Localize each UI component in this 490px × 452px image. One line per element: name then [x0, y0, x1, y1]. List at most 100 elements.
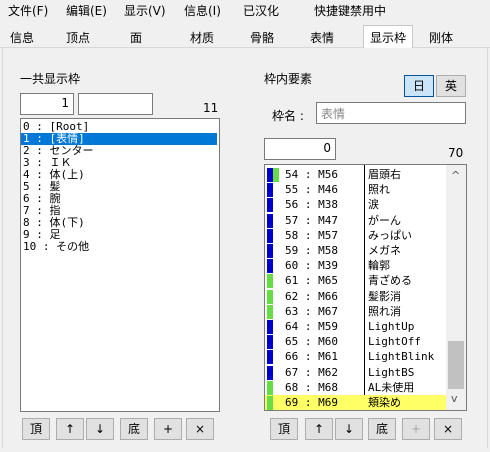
element-index-label: 64 : M59	[285, 320, 338, 333]
panel-color-swatch	[267, 228, 273, 243]
frame-list[interactable]: 0 : [Root] 1 : [表情] 2 : センター 3 : ＩＫ 4 : …	[20, 118, 220, 412]
tab-material[interactable]: 材质	[190, 27, 214, 48]
menu-file[interactable]: 文件(F)	[8, 2, 48, 19]
element-move-bottom-button[interactable]: 底	[368, 418, 396, 440]
element-index-label: 60 : M39	[285, 259, 338, 273]
element-row[interactable]: 60 : M39 輪郭	[265, 258, 446, 274]
panel-color-swatch	[267, 304, 273, 319]
menu-info[interactable]: 信息(I)	[184, 2, 221, 19]
element-row[interactable]: 55 : M46 照れ	[265, 182, 446, 198]
element-name-label: みっぱい	[368, 228, 412, 242]
left-title: 一共显示枠	[20, 72, 81, 86]
element-name-label: LightUp	[368, 320, 415, 333]
element-row[interactable]: 54 : M56 眉頭右	[265, 167, 446, 183]
element-index-label: 57 : M47	[285, 213, 338, 227]
element-name-label: 青ざめる	[368, 274, 412, 288]
move-top-button[interactable]: 頂	[22, 418, 50, 440]
element-index-label: 56 : M38	[285, 198, 338, 212]
tab-info[interactable]: 信息	[10, 27, 34, 48]
element-name-label: メガネ	[368, 244, 401, 257]
menu-shortcut-disabled[interactable]: 快捷键禁用中	[314, 2, 386, 19]
menu-bar: 文件(F) 编辑(E) 显示(V) 信息(I) 已汉化 快捷键禁用中	[0, 0, 490, 22]
element-row-highlighted[interactable]: 69 : M69 頬染め	[265, 395, 446, 410]
move-up-button[interactable]: ↑	[56, 418, 84, 440]
tab-face[interactable]: 面	[130, 27, 142, 48]
element-move-top-button[interactable]: 頂	[270, 418, 298, 440]
element-index-input[interactable]: 0	[264, 138, 336, 160]
element-name-label: AL未使用	[368, 380, 415, 394]
element-index-label: 62 : M66	[285, 289, 338, 303]
panel-color-swatch	[267, 274, 273, 289]
frame-search-input[interactable]	[78, 93, 153, 115]
panel-color-swatch	[267, 320, 273, 334]
frame-index-input[interactable]: 1	[20, 93, 74, 115]
scroll-up-icon[interactable]: ^	[451, 169, 460, 182]
element-name-label: 頬染め	[368, 396, 401, 409]
element-row[interactable]: 58 : M57 みっぱい	[265, 228, 446, 244]
element-name-label: LightBlink	[368, 350, 435, 364]
element-row[interactable]: 61 : M65 青ざめる	[265, 273, 446, 289]
element-row[interactable]: 56 : M38 涙	[265, 197, 446, 213]
element-row[interactable]: 63 : M67 照れ消	[265, 304, 446, 320]
element-index-label: 54 : M56	[285, 168, 338, 181]
lang-en-button[interactable]: 英	[436, 75, 466, 97]
panel-color-swatch	[267, 183, 273, 198]
element-index-label: 55 : M46	[285, 183, 338, 197]
element-name-label: 髪影消	[368, 289, 401, 303]
tab-morph[interactable]: 表情	[310, 27, 334, 48]
frame-count: 11	[203, 101, 219, 115]
panel-color-swatch	[273, 168, 279, 182]
element-index-label: 66 : M61	[285, 350, 338, 364]
element-name-label: 照れ消	[368, 304, 401, 318]
element-add-button[interactable]: +	[402, 418, 430, 440]
element-count: 70	[448, 146, 464, 160]
element-name-label: 輪郭	[368, 259, 390, 273]
tab-bar: 信息 顶点 面 材质 骨骼 表情 显示枠 刚体	[0, 25, 490, 49]
element-name-label: がーん	[368, 213, 401, 227]
element-move-up-button[interactable]: ↑	[305, 418, 333, 440]
element-row[interactable]: 65 : M60 LightOff	[265, 334, 446, 350]
move-bottom-button[interactable]: 底	[120, 418, 148, 440]
panel-color-swatch	[267, 365, 273, 380]
element-delete-button[interactable]: ×	[434, 418, 462, 440]
element-name-label: 涙	[368, 198, 379, 212]
element-move-down-button[interactable]: ↓	[335, 418, 363, 440]
add-frame-button[interactable]: +	[154, 418, 182, 440]
element-row[interactable]: 62 : M66 髪影消	[265, 289, 446, 305]
element-name-label: LightBS	[368, 365, 415, 379]
element-row[interactable]: 64 : M59 LightUp	[265, 319, 446, 335]
menu-localized[interactable]: 已汉化	[243, 2, 279, 19]
tab-display-frame[interactable]: 显示枠	[363, 25, 414, 49]
right-title: 枠内要素	[264, 72, 313, 86]
panel-color-swatch	[267, 259, 273, 274]
element-list[interactable]: 54 : M56 眉頭右 55 : M46 照れ 56 : M38 涙 57 : M47 がー…	[264, 164, 467, 411]
panel-color-swatch	[267, 213, 273, 228]
tab-bone[interactable]: 骨骼	[250, 27, 274, 48]
element-row[interactable]: 68 : M68 AL未使用	[265, 380, 446, 396]
frame-name-label: 枠名 :	[272, 109, 304, 123]
scrollbar-thumb[interactable]	[448, 341, 464, 389]
lang-jp-button[interactable]: 日	[404, 75, 434, 97]
element-index-label: 68 : M68	[285, 380, 338, 394]
delete-frame-button[interactable]: ×	[186, 418, 214, 440]
menu-view[interactable]: 显示(V)	[124, 2, 166, 19]
element-row[interactable]: 67 : M62 LightBS	[265, 365, 446, 381]
menu-edit[interactable]: 编辑(E)	[66, 2, 107, 19]
move-down-button[interactable]: ↓	[86, 418, 114, 440]
tab-vertex[interactable]: 顶点	[66, 27, 90, 48]
element-index-label: 63 : M67	[285, 304, 338, 318]
tab-rigid-body[interactable]: 刚体	[429, 27, 453, 48]
element-row[interactable]: 59 : M58 メガネ	[265, 243, 446, 259]
element-row[interactable]: 57 : M47 がーん	[265, 213, 446, 229]
scroll-down-icon[interactable]: v	[451, 392, 458, 405]
panel-color-swatch	[267, 335, 273, 350]
element-index-label: 61 : M65	[285, 274, 338, 288]
list-item[interactable]: 10 : その他	[21, 241, 219, 253]
element-row[interactable]: 66 : M61 LightBlink	[265, 349, 446, 365]
element-list-scrollbar[interactable]: ^ v	[446, 165, 466, 410]
frame-name-field[interactable]: 表情	[316, 102, 466, 124]
panel-color-swatch	[267, 198, 273, 213]
element-name-label: LightOff	[368, 335, 421, 349]
element-index-label: 65 : M60	[285, 335, 338, 349]
element-name-label: 照れ	[368, 183, 390, 197]
